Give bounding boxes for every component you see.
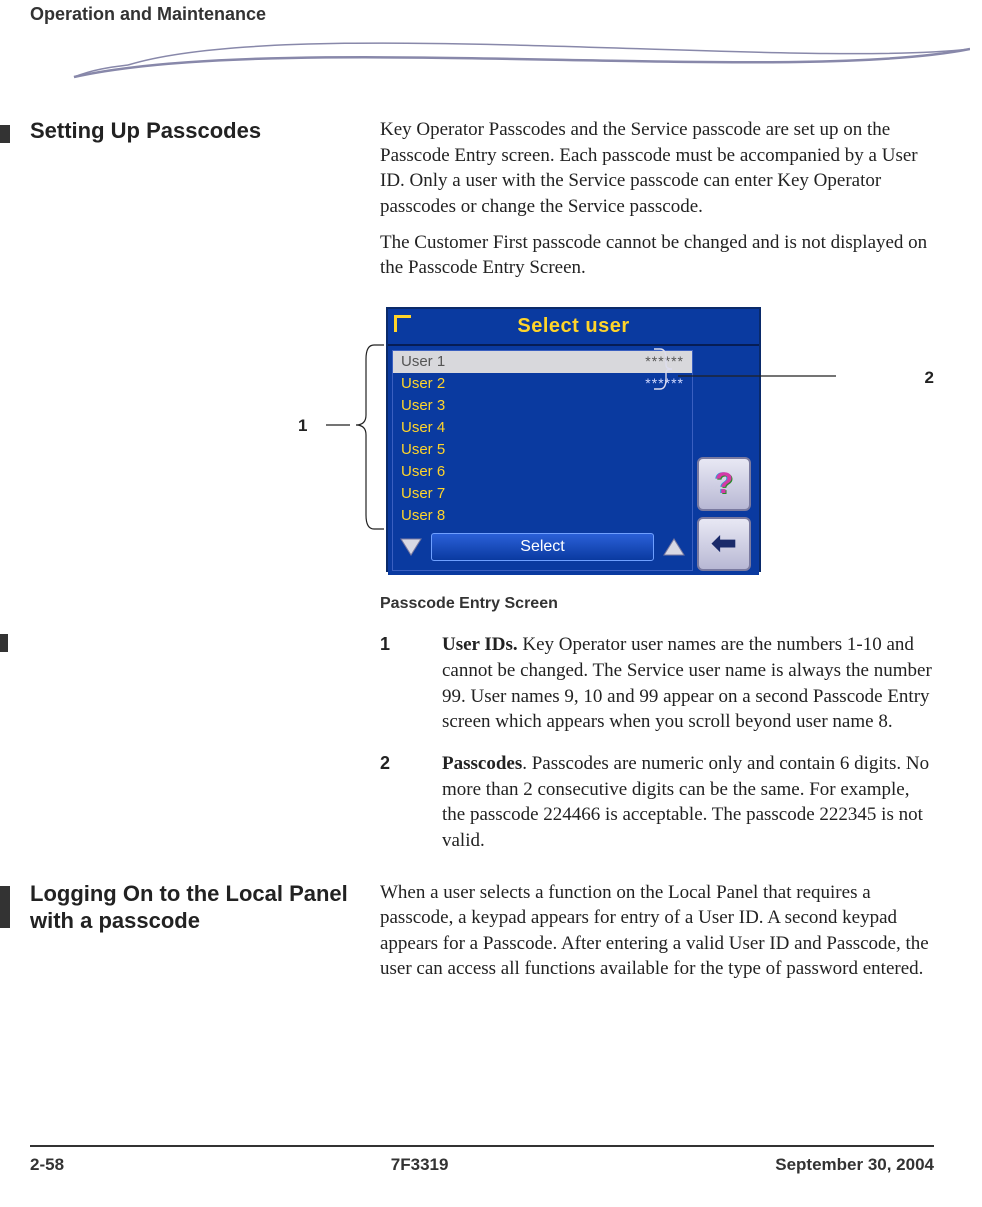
- definition-number: 1: [380, 632, 410, 735]
- back-arrow-icon: ⬅: [711, 524, 736, 565]
- user-row[interactable]: User 6: [393, 461, 692, 483]
- user-name: User 2: [401, 374, 445, 394]
- paragraph: When a user selects a function on the Lo…: [380, 880, 934, 983]
- user-row[interactable]: User 2 ******: [393, 373, 692, 395]
- definition-number: 2: [380, 751, 410, 854]
- footer-page-number: 2-58: [30, 1155, 64, 1175]
- definition-body: Passcodes. Passcodes are numeric only an…: [442, 751, 934, 854]
- definition-term: User IDs.: [442, 634, 518, 655]
- scroll-down-icon[interactable]: [397, 535, 425, 559]
- user-row[interactable]: User 8: [393, 505, 692, 527]
- decorative-swoosh: [30, 27, 934, 97]
- paragraph: The Customer First passcode cannot be ch…: [380, 230, 934, 281]
- user-row[interactable]: User 4: [393, 417, 692, 439]
- callout-leader-icon: [678, 375, 836, 377]
- definition-body: User IDs. Key Operator user names are th…: [442, 632, 934, 735]
- panel-title: Select user: [388, 309, 759, 346]
- user-name: User 6: [401, 462, 445, 482]
- user-row[interactable]: User 1 ******: [393, 351, 692, 373]
- select-button[interactable]: Select: [431, 533, 654, 561]
- section-heading-logging-on: Logging On to the Local Panel with a pas…: [30, 881, 348, 934]
- chapter-title: Operation and Maintenance: [30, 0, 934, 29]
- change-bar-icon: [0, 634, 8, 652]
- footer-doc-number: 7F3319: [391, 1155, 449, 1175]
- callout-label-1: 1: [298, 415, 307, 438]
- user-row[interactable]: User 5: [393, 439, 692, 461]
- user-list: User 1 ****** User 2 ****** User 3: [392, 350, 693, 571]
- user-row[interactable]: User 7: [393, 483, 692, 505]
- change-bar-icon: [0, 886, 10, 928]
- user-name: User 7: [401, 484, 445, 504]
- footer-date: September 30, 2004: [775, 1155, 934, 1175]
- change-bar-icon: [0, 125, 10, 143]
- callout-brace-icon: [326, 343, 386, 533]
- user-name: User 8: [401, 506, 445, 526]
- section-heading-setting-up: Setting Up Passcodes: [30, 118, 261, 143]
- paragraph: Key Operator Passcodes and the Service p…: [380, 117, 934, 220]
- question-mark-icon: ?: [715, 464, 733, 505]
- user-name: User 4: [401, 418, 445, 438]
- help-button[interactable]: ?: [697, 457, 751, 511]
- back-button[interactable]: ⬅: [697, 517, 751, 571]
- user-name: User 5: [401, 440, 445, 460]
- callout-label-2: 2: [925, 367, 934, 390]
- user-name: User 1: [401, 352, 445, 372]
- definition-term: Passcodes: [442, 753, 522, 774]
- user-name: User 3: [401, 396, 445, 416]
- callout-brace-icon: [652, 347, 680, 391]
- figure-caption: Passcode Entry Screen: [380, 593, 934, 615]
- scroll-up-icon[interactable]: [660, 535, 688, 559]
- passcode-entry-panel: Select user User 1 ****** User 2: [386, 307, 761, 572]
- user-row[interactable]: User 3: [393, 395, 692, 417]
